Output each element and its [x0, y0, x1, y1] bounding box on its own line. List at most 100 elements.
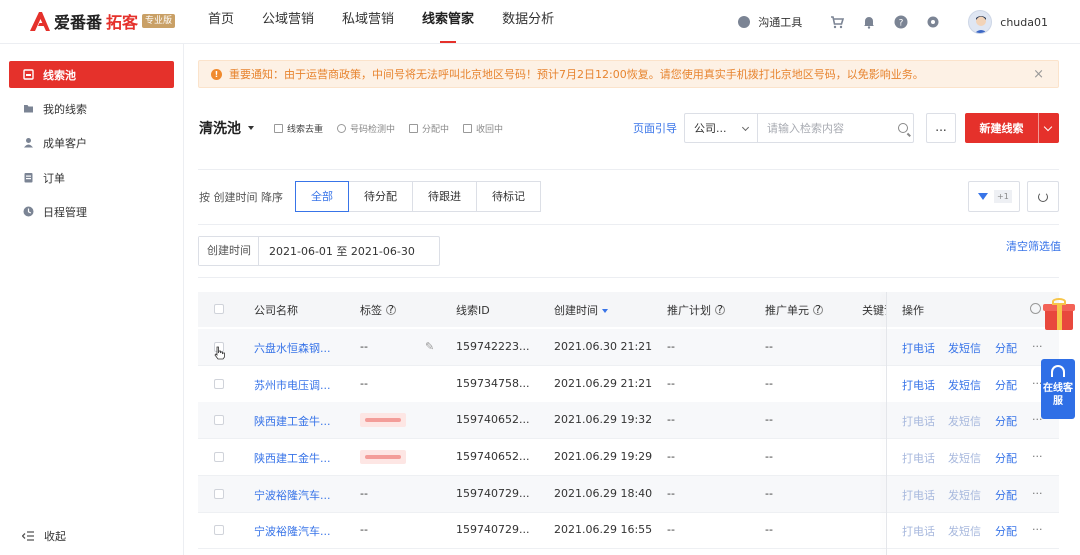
sidebar-item-label: 成单客户 [43, 136, 87, 150]
nav-private-marketing[interactable]: 私域营销 [342, 0, 394, 44]
sidebar-item-my-leads[interactable]: 我的线索 [9, 95, 174, 122]
sms-button[interactable]: 发短信 [948, 413, 981, 429]
call-button[interactable]: 打电话 [902, 340, 935, 356]
search-icon[interactable] [898, 123, 908, 133]
service-label: 在线客服 [1043, 383, 1073, 407]
company-link[interactable]: 六盘水恒森钢... [254, 340, 331, 356]
table-row[interactable]: 宁波裕隆汽车... -- 159740729... 2021.06.29 16:55 -… [198, 512, 1059, 549]
edition-badge: 专业版 [142, 14, 176, 28]
row-more-icon[interactable]: ··· [1032, 487, 1043, 500]
sms-button[interactable]: 发短信 [948, 450, 981, 466]
sms-button[interactable]: 发短信 [948, 340, 981, 356]
sidebar-item-schedule[interactable]: 日程管理 [9, 198, 174, 225]
tab-pending-assign[interactable]: 待分配 [348, 181, 413, 212]
row-more-icon[interactable]: ··· [1032, 450, 1043, 463]
clear-filters-link[interactable]: 清空筛选值 [1006, 238, 1061, 254]
table-row[interactable]: 宁波裕隆汽车... -- 159740729... 2021.06.29 18:40 -… [198, 476, 1059, 513]
nav-public-marketing[interactable]: 公域营销 [262, 0, 314, 44]
username[interactable]: chuda01 [1000, 16, 1048, 29]
call-button[interactable]: 打电话 [902, 450, 935, 466]
comm-tool-button[interactable]: 沟通工具 [738, 14, 802, 30]
company-link[interactable]: 宁波裕隆汽车... [254, 487, 331, 503]
date-range-filter[interactable]: 创建时间 2021-06-01 至 2021-06-30 [198, 236, 440, 266]
bell-icon[interactable] [862, 15, 876, 29]
new-lead-button[interactable]: 新建线索 [965, 113, 1059, 143]
filter-button[interactable]: +1 [968, 181, 1020, 212]
company-link[interactable]: 陕西建工金牛... [254, 413, 331, 429]
sidebar-collapse-button[interactable]: 收起 [22, 528, 66, 544]
call-button[interactable]: 打电话 [902, 487, 935, 503]
company-link[interactable]: 陕西建工金牛... [254, 450, 331, 466]
sort-label[interactable]: 按 创建时间 降序 [199, 189, 283, 205]
brand-logo[interactable]: 爱番番 拓客 专业版 [28, 9, 176, 33]
table-row[interactable]: 陕西建工金牛... 159740652... 2021.06.29 19:29 -- -… [198, 439, 1059, 476]
nav-lead-manager[interactable]: 线索管家 [422, 0, 474, 44]
gift-icon[interactable] [1043, 298, 1075, 330]
edit-icon[interactable]: ✎ [425, 340, 434, 353]
header-created[interactable]: 创建时间 [554, 302, 608, 318]
header-plan-label: 推广计划 [667, 304, 711, 317]
user-icon [23, 137, 34, 148]
row-checkbox[interactable] [214, 379, 224, 389]
caret-down-icon [248, 126, 254, 130]
sidebar-item-customers[interactable]: 成单客户 [9, 129, 174, 156]
avatar[interactable] [968, 10, 993, 34]
table-row[interactable]: 苏州市电压调... -- 159734758... 2021.06.29 21:21 -… [198, 366, 1059, 403]
row-more-icon[interactable]: ··· [1032, 340, 1043, 353]
row-checkbox[interactable] [214, 415, 224, 425]
table-row[interactable]: 陕西建工金牛... 159740652... 2021.06.29 19:32 -- -… [198, 402, 1059, 439]
filter-icon [978, 193, 988, 200]
dedupe-button[interactable]: 线索去重 [274, 122, 323, 135]
row-more-icon[interactable]: ··· [1032, 523, 1043, 536]
table-row[interactable]: 六盘水恒森钢... -- ✎ 159742223... 2021.06.30 21:21… [198, 329, 1059, 366]
sidebar-item-orders[interactable]: 订单 [9, 164, 174, 191]
search-type-select[interactable]: 公司... [685, 114, 758, 142]
new-lead-label: 新建线索 [979, 122, 1024, 135]
row-checkbox[interactable] [214, 489, 224, 499]
refresh-button[interactable] [1027, 181, 1059, 212]
column-settings-icon[interactable] [1030, 303, 1041, 314]
assign-button[interactable]: 分配 [995, 523, 1017, 539]
sidebar-item-lead-pool[interactable]: 线索池 [9, 61, 174, 88]
action-label: 分配中 [422, 125, 450, 135]
close-icon[interactable]: × [1033, 67, 1044, 82]
assign-button[interactable]: 分配 [995, 340, 1017, 356]
number-check-status: 号码检测中 [337, 122, 395, 135]
tab-all[interactable]: 全部 [295, 181, 349, 212]
sms-button[interactable]: 发短信 [948, 523, 981, 539]
assign-button[interactable]: 分配 [995, 487, 1017, 503]
pool-selector[interactable]: 清洗池 [199, 118, 254, 138]
online-service-button[interactable]: 在线客服 [1041, 359, 1075, 419]
created-time: 2021.06.30 21:21 [554, 340, 653, 353]
help-icon[interactable]: ? [894, 15, 908, 29]
tab-pending-follow[interactable]: 待跟进 [412, 181, 477, 212]
row-checkbox[interactable] [214, 452, 224, 462]
assign-button[interactable]: 分配 [995, 413, 1017, 429]
date-range-value: 2021-06-01 至 2021-06-30 [269, 245, 415, 258]
tag-badge [360, 413, 406, 427]
tab-pending-tag[interactable]: 待标记 [476, 181, 541, 212]
sms-button[interactable]: 发短信 [948, 487, 981, 503]
search-input[interactable] [758, 114, 913, 142]
call-button[interactable]: 打电话 [902, 377, 935, 393]
new-lead-dropdown-icon[interactable] [1039, 113, 1059, 143]
more-button[interactable]: ... [926, 113, 956, 143]
page-guide-link[interactable]: 页面引导 [633, 120, 677, 136]
nav-data-analysis[interactable]: 数据分析 [502, 0, 554, 44]
gear-icon[interactable] [926, 15, 940, 29]
sms-button[interactable]: 发短信 [948, 377, 981, 393]
company-link[interactable]: 宁波裕隆汽车... [254, 523, 331, 539]
cart-icon[interactable] [830, 15, 845, 29]
nav-home[interactable]: 首页 [208, 0, 234, 44]
call-button[interactable]: 打电话 [902, 523, 935, 539]
plan-value: -- [667, 523, 675, 536]
assign-button[interactable]: 分配 [995, 450, 1017, 466]
assign-button[interactable]: 分配 [995, 377, 1017, 393]
row-checkbox[interactable] [214, 525, 224, 535]
select-all-checkbox[interactable] [214, 304, 224, 314]
unit-value: -- [765, 523, 773, 536]
call-button[interactable]: 打电话 [902, 413, 935, 429]
company-link[interactable]: 苏州市电压调... [254, 377, 331, 393]
created-time: 2021.06.29 19:32 [554, 413, 653, 426]
lead-id: 159740729... [456, 523, 530, 536]
